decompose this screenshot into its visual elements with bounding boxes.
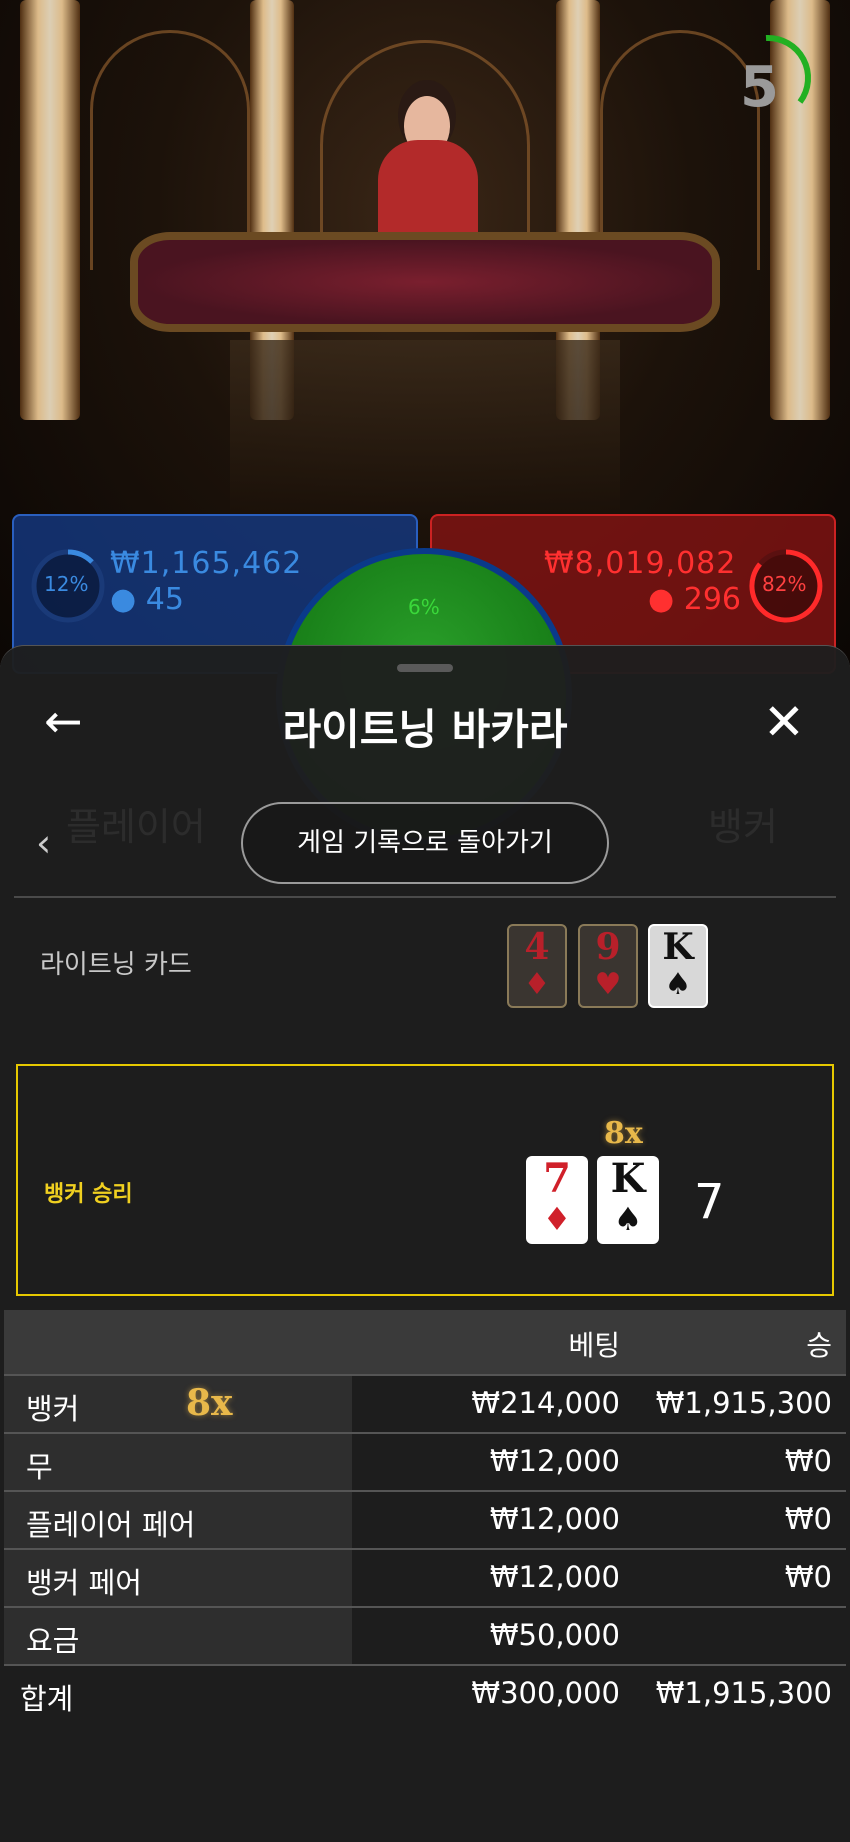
card-rank: K	[662, 926, 694, 968]
close-icon[interactable]: ✕	[756, 694, 812, 750]
row-win: ₩1,915,300	[655, 1386, 832, 1420]
round-result-box: 뱅커 승리 8x 7 ♦ K ♠ 7	[16, 1064, 834, 1296]
banker-percent: 82%	[762, 572, 807, 596]
row-label-cell	[4, 1434, 352, 1490]
lightning-card: 4 ♦	[507, 924, 567, 1008]
card-rank: K	[610, 1155, 646, 1202]
player-bet-amount: ₩1,165,462	[110, 546, 303, 581]
countdown-timer-value: 5	[740, 55, 779, 120]
diamond-suit-icon: ♦	[542, 1200, 572, 1238]
decor-pillar	[20, 0, 80, 420]
row-bet: ₩12,000	[489, 1502, 620, 1536]
row-multiplier: 8x	[186, 1382, 233, 1424]
row-label: 플레이어 페어	[26, 1508, 196, 1542]
table-row: 무 ₩12,000 ₩0	[4, 1432, 846, 1490]
table-row: 뱅커 8x ₩214,000 ₩1,915,300	[4, 1374, 846, 1432]
diamond-suit-icon: ♦	[523, 967, 551, 1002]
table-row: 뱅커 페어 ₩12,000 ₩0	[4, 1548, 846, 1606]
card-rank: 4	[524, 926, 550, 968]
row-bet: ₩12,000	[489, 1444, 620, 1478]
result-hand-total: 7	[694, 1174, 725, 1230]
table-row: 플레이어 페어 ₩12,000 ₩0	[4, 1490, 846, 1548]
table-row: 요금 ₩50,000	[4, 1606, 846, 1664]
spade-suit-icon: ♠	[613, 1200, 643, 1238]
bets-table: 베팅 승 뱅커 8x ₩214,000 ₩1,915,300 무 ₩12,000…	[4, 1310, 846, 1722]
banker-count: ● 296	[648, 582, 741, 617]
player-count-value: 45	[145, 582, 184, 617]
player-percent: 12%	[44, 572, 89, 596]
result-multiplier: 8x	[604, 1116, 643, 1151]
row-win: ₩0	[784, 1444, 832, 1478]
user-icon: ●	[648, 582, 675, 617]
total-win: ₩1,915,300	[655, 1676, 832, 1710]
row-bet: ₩50,000	[489, 1618, 620, 1652]
card-rank: 9	[595, 926, 621, 968]
divider	[14, 896, 836, 898]
table-base	[230, 340, 620, 520]
game-history-sheet: ← 라이트닝 바카라 ✕ 플레이어 뱅커 ‹ 게임 기록으로 돌아가기 라이트닝…	[0, 645, 850, 1842]
row-bet: ₩214,000	[471, 1386, 620, 1420]
total-label: 합계	[20, 1682, 74, 1716]
chevron-left-icon[interactable]: ‹	[36, 821, 51, 865]
tie-percent: 6%	[408, 595, 440, 619]
user-icon: ●	[110, 582, 137, 617]
row-win: ₩0	[784, 1502, 832, 1536]
column-header-bet: 베팅	[568, 1329, 620, 1362]
column-header-win: 승	[806, 1329, 832, 1362]
bets-table-header: 베팅 승	[4, 1310, 846, 1374]
sheet-title: 라이트닝 바카라	[282, 705, 568, 754]
lightning-card-highlighted: K ♠	[648, 924, 708, 1008]
row-win: ₩0	[784, 1560, 832, 1594]
heart-suit-icon: ♥	[594, 967, 622, 1002]
row-label: 뱅커 페어	[26, 1566, 142, 1600]
ghost-text: 플레이어	[66, 805, 206, 849]
sheet-drag-handle[interactable]	[397, 664, 453, 672]
baccarat-table	[130, 232, 720, 332]
row-label: 무	[26, 1450, 53, 1484]
table-row-total: 합계 ₩300,000 ₩1,915,300	[4, 1664, 846, 1722]
row-label: 요금	[26, 1624, 80, 1658]
result-label: 뱅커 승리	[44, 1182, 133, 1207]
player-count: ● 45	[110, 582, 184, 617]
result-card: 7 ♦	[526, 1156, 588, 1244]
lightning-card: 9 ♥	[578, 924, 638, 1008]
row-bet: ₩12,000	[489, 1560, 620, 1594]
spade-suit-icon: ♠	[664, 967, 692, 1002]
back-to-history-button[interactable]: 게임 기록으로 돌아가기	[241, 802, 609, 884]
ghost-text: 뱅커	[708, 805, 778, 849]
banker-count-value: 296	[683, 582, 741, 617]
total-bet: ₩300,000	[471, 1676, 620, 1710]
lightning-cards-label: 라이트닝 카드	[40, 950, 192, 980]
banker-bet-amount: ₩8,019,082	[544, 546, 737, 581]
card-rank: 7	[543, 1155, 571, 1202]
result-card: K ♠	[597, 1156, 659, 1244]
row-label: 뱅커	[26, 1392, 80, 1426]
